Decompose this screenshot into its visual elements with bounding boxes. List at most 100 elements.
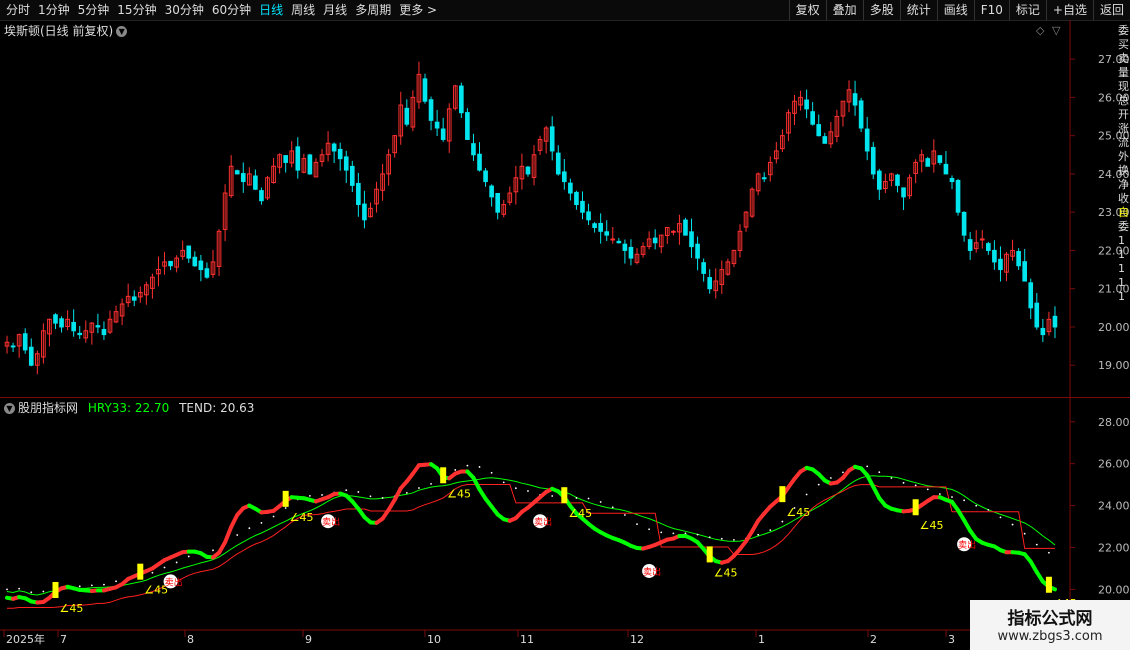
trend-dot xyxy=(187,555,190,558)
y-tick-label: 19.00 xyxy=(1098,359,1130,372)
trend-dot xyxy=(1011,523,1014,526)
candle-body xyxy=(10,345,16,348)
indicator-y-tick-label: 20.00 xyxy=(1098,583,1130,596)
trend-dot xyxy=(878,471,881,474)
candle-body xyxy=(483,170,488,183)
stock-title: 埃斯顿(日线 前复权) xyxy=(4,24,114,38)
title-dropdown-icon[interactable]: ▼ xyxy=(116,26,128,37)
candle-body xyxy=(1040,327,1046,336)
side-char: 自 xyxy=(1118,206,1129,219)
candle-body xyxy=(568,182,573,194)
side-char: 外 xyxy=(1118,150,1129,163)
trend-dot xyxy=(502,481,505,484)
trend-dot xyxy=(78,585,81,588)
trend-dot xyxy=(115,580,117,583)
side-panel-labels: 委买卖量现总开涨流外换净收自委11111 xyxy=(1118,24,1130,304)
stock-chart[interactable]: 27.0026.0025.0024.0023.0022.0021.0020.00… xyxy=(0,0,1130,650)
trend-dot xyxy=(90,584,93,587)
candle-body xyxy=(1028,282,1034,309)
angle-label: ∠45 xyxy=(290,511,314,524)
tend-value: TEND: 20.63 xyxy=(179,401,255,415)
trend-dot xyxy=(672,532,675,535)
side-char: 1 xyxy=(1118,290,1125,303)
x-tick-label: 2025年 xyxy=(6,632,45,646)
trend-dot xyxy=(103,583,105,586)
signal-bar xyxy=(137,563,144,580)
candle-body xyxy=(561,171,567,183)
candle-body xyxy=(22,333,28,351)
candle-body xyxy=(422,78,428,102)
candle-body xyxy=(259,190,264,202)
trend-dot xyxy=(236,534,239,536)
candle-body xyxy=(689,231,694,248)
candle-body xyxy=(955,180,961,213)
trend-dot xyxy=(1035,543,1038,546)
indicator-dropdown-icon[interactable]: ▼ xyxy=(4,403,15,414)
side-char: 收 xyxy=(1118,192,1129,205)
trend-dot xyxy=(890,477,893,479)
candle-body xyxy=(895,174,900,186)
trend-dot xyxy=(381,497,384,499)
trend-dot xyxy=(163,566,166,569)
trend-dot xyxy=(527,490,529,492)
candle-body xyxy=(465,112,470,140)
candle-body xyxy=(198,260,204,271)
trend-dot xyxy=(405,491,408,494)
candle-body xyxy=(707,277,713,290)
candle-body xyxy=(683,219,688,236)
candle-body xyxy=(549,126,555,152)
trend-dot xyxy=(817,483,820,486)
main-chart-title: 埃斯顿(日线 前复权) ▼ xyxy=(4,22,128,39)
sell-label: 卖出 xyxy=(322,516,340,528)
side-char: 1 xyxy=(1118,234,1125,247)
signal-bar xyxy=(282,490,289,507)
x-tick-label: 9 xyxy=(305,633,312,646)
candle-body xyxy=(234,170,240,175)
candle-body xyxy=(986,243,991,251)
side-char: 流 xyxy=(1118,136,1129,149)
angle-label: ∠45 xyxy=(59,602,83,615)
trend-dot xyxy=(805,493,808,496)
trend-dot xyxy=(660,531,663,534)
trend-dot xyxy=(902,481,905,484)
trend-dot xyxy=(175,561,178,564)
trend-dot xyxy=(611,506,614,509)
candle-body xyxy=(471,143,476,156)
candle-body xyxy=(610,238,616,241)
side-char: 卖 xyxy=(1118,52,1129,65)
trend-dot xyxy=(829,477,832,479)
trend-dot xyxy=(781,520,784,523)
candle-body xyxy=(574,191,579,206)
candle-body xyxy=(967,239,973,251)
candle-body xyxy=(428,99,434,121)
angle-label: ∠45 xyxy=(568,507,592,520)
candle-body xyxy=(695,243,700,259)
trend-dot xyxy=(757,533,760,536)
candle-body xyxy=(604,231,610,236)
trend-dot xyxy=(587,497,590,500)
x-tick-label: 11 xyxy=(520,633,534,646)
x-tick-label: 3 xyxy=(948,633,955,646)
candle-body xyxy=(489,185,494,198)
candle-body xyxy=(283,155,288,163)
candle-body xyxy=(77,332,83,336)
trend-dot xyxy=(309,494,311,497)
side-char: 涨 xyxy=(1118,122,1129,135)
trend-dot xyxy=(866,465,869,468)
candle-body xyxy=(240,173,246,183)
trend-dot xyxy=(369,495,372,498)
trend-dot xyxy=(842,471,844,474)
candle-body xyxy=(804,99,809,110)
trend-dot xyxy=(248,527,251,530)
trend-dot xyxy=(720,537,723,540)
sell-label: 卖出 xyxy=(958,539,976,551)
trend-dot xyxy=(466,464,469,467)
trend-dot xyxy=(357,491,360,493)
trend-dot xyxy=(6,588,8,591)
collapse-icon: ▽ xyxy=(1052,24,1061,37)
candle-body xyxy=(992,249,997,263)
signal-bar xyxy=(779,486,786,503)
sell-label: 卖出 xyxy=(643,566,661,578)
candle-body xyxy=(525,166,531,175)
sell-label: 卖出 xyxy=(534,516,552,528)
